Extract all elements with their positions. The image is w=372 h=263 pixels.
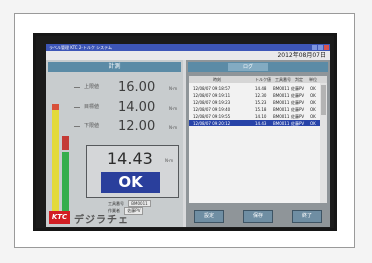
column-header[interactable]: 単位 [309, 77, 317, 83]
exit-button[interactable]: 終了 [292, 210, 322, 223]
column-header[interactable]: 時刻 [213, 77, 221, 83]
measurement-panel-title: 計測 [108, 63, 121, 70]
window-title-bar: ラベル管理 KTC 2-トルク システム [46, 44, 330, 51]
date-bar: 2012年08月07日 [46, 51, 330, 60]
upper-limit-unit: N·m [169, 86, 178, 91]
minimize-icon[interactable] [312, 45, 317, 50]
table-row[interactable]: 12/08/07 09:19:11 12.30 BM0011 佐藤PV OK [189, 92, 327, 98]
tool-number-label: 工具番号 [108, 201, 124, 206]
log-table: 時刻 トルク値 工具番号 判定 単位 12/08/07 09:18:57 14.… [189, 76, 327, 203]
cell-time: 12/08/07 09:18:57 [193, 86, 231, 91]
tab-log[interactable]: ログ [228, 63, 268, 71]
table-row[interactable]: 12/08/07 09:18:57 14.48 BM0011 佐藤PV OK [189, 85, 327, 91]
lower-limit-label: 下限値 [84, 123, 100, 129]
torque-level-bar [62, 152, 69, 212]
upper-limit-label: 上限値 [84, 84, 100, 90]
tool-number-row: 工具番号 BM0011 [108, 200, 151, 207]
photo-card: ラベル管理 KTC 2-トルク システム 2012年08月07日 計測 上限値 … [14, 13, 355, 248]
cell-torque: 14.43 [255, 121, 267, 126]
log-panel: ログ 時刻 トルク値 工具番号 判定 単位 12/08/07 09:18:57 … [186, 60, 330, 227]
current-date: 2012年08月07日 [277, 52, 326, 59]
save-button[interactable]: 保存 [243, 210, 273, 223]
cell-torque: 15.23 [255, 100, 267, 105]
cell-torque: 12.30 [255, 93, 267, 98]
column-header[interactable]: トルク値 [255, 77, 271, 83]
tool-number-value: BM0011 [128, 200, 151, 207]
scrollbar-thumb[interactable] [321, 85, 326, 115]
cell-result: OK [310, 107, 316, 112]
target-value: 14.00 [118, 100, 156, 115]
table-row[interactable]: 12/08/07 09:19:23 15.23 BM0011 佐藤PV OK [189, 99, 327, 105]
window-title: ラベル管理 KTC 2-トルク システム [49, 45, 112, 50]
cell-tool: BM0011 [273, 114, 290, 119]
settings-button[interactable]: 設定 [194, 210, 224, 223]
lower-limit-row: 下限値 12.00 N·m [74, 119, 180, 134]
divider [74, 87, 80, 88]
target-row: 目標値 14.00 N·m [74, 100, 180, 115]
lower-limit-unit: N·m [169, 125, 178, 130]
target-label: 目標値 [84, 104, 100, 110]
cell-result: OK [310, 114, 316, 119]
column-header[interactable]: 判定 [295, 77, 303, 83]
table-header: 時刻 トルク値 工具番号 判定 単位 [189, 76, 327, 83]
lower-limit-value: 12.00 [118, 119, 156, 134]
cell-result: OK [310, 86, 316, 91]
cell-result: OK [310, 93, 316, 98]
photo-frame: ラベル管理 KTC 2-トルク システム 2012年08月07日 計測 上限値 … [33, 33, 337, 231]
table-row-selected[interactable]: 12/08/07 09:20:12 14.43 BM0011 佐藤PV OK [189, 120, 327, 126]
brand-area: KTC デジラチェ [49, 210, 181, 226]
cell-tool: BM0011 [273, 121, 290, 126]
table-scrollbar[interactable] [320, 83, 327, 203]
app-screen: ラベル管理 KTC 2-トルク システム 2012年08月07日 計測 上限値 … [46, 44, 330, 227]
upper-limit-value: 16.00 [118, 80, 156, 95]
cell-tool: BM0011 [273, 93, 290, 98]
result-badge: OK [101, 172, 160, 193]
ktc-logo: KTC [49, 211, 70, 224]
brand-text: デジラチェ [74, 215, 129, 226]
measurement-panel-header: 計測 [48, 62, 181, 72]
measured-torque-value: 14.43 [107, 149, 153, 168]
measurement-box: 14.43 N·m OK [86, 145, 179, 198]
table-row[interactable]: 12/08/07 09:19:40 15.18 BM0011 佐藤PV OK [189, 106, 327, 112]
cell-time: 12/08/07 09:19:40 [193, 107, 231, 112]
cell-torque: 14.48 [255, 86, 267, 91]
cell-time: 12/08/07 09:19:55 [193, 114, 231, 119]
close-icon[interactable] [324, 45, 329, 50]
torque-marker [62, 136, 69, 150]
measurement-panel: 計測 上限値 16.00 N·m 目標値 14.00 N·m 下限値 12.00… [46, 60, 183, 227]
cell-result: OK [310, 121, 316, 126]
cell-tool: BM0011 [273, 100, 290, 105]
cell-torque: 14.10 [255, 114, 267, 119]
target-unit: N·m [169, 106, 178, 111]
divider [74, 107, 80, 108]
divider [74, 126, 80, 127]
cell-time: 12/08/07 09:19:11 [193, 93, 231, 98]
cell-time: 12/08/07 09:19:23 [193, 100, 231, 105]
cell-tool: BM0011 [273, 107, 290, 112]
cell-time: 12/08/07 09:20:12 [193, 121, 231, 126]
log-panel-header: ログ [188, 62, 328, 72]
cell-operator: 佐藤PV [291, 121, 305, 126]
maximize-icon[interactable] [318, 45, 323, 50]
upper-limit-row: 上限値 16.00 N·m [74, 80, 180, 95]
column-header[interactable]: 工具番号 [275, 77, 291, 83]
measured-torque-unit: N·m [165, 158, 174, 163]
table-row[interactable]: 12/08/07 09:19:55 14.10 BM0011 佐藤PV OK [189, 113, 327, 119]
cell-torque: 15.18 [255, 107, 267, 112]
cell-tool: BM0011 [273, 86, 290, 91]
cell-result: OK [310, 100, 316, 105]
torque-scale-bar [52, 110, 59, 222]
